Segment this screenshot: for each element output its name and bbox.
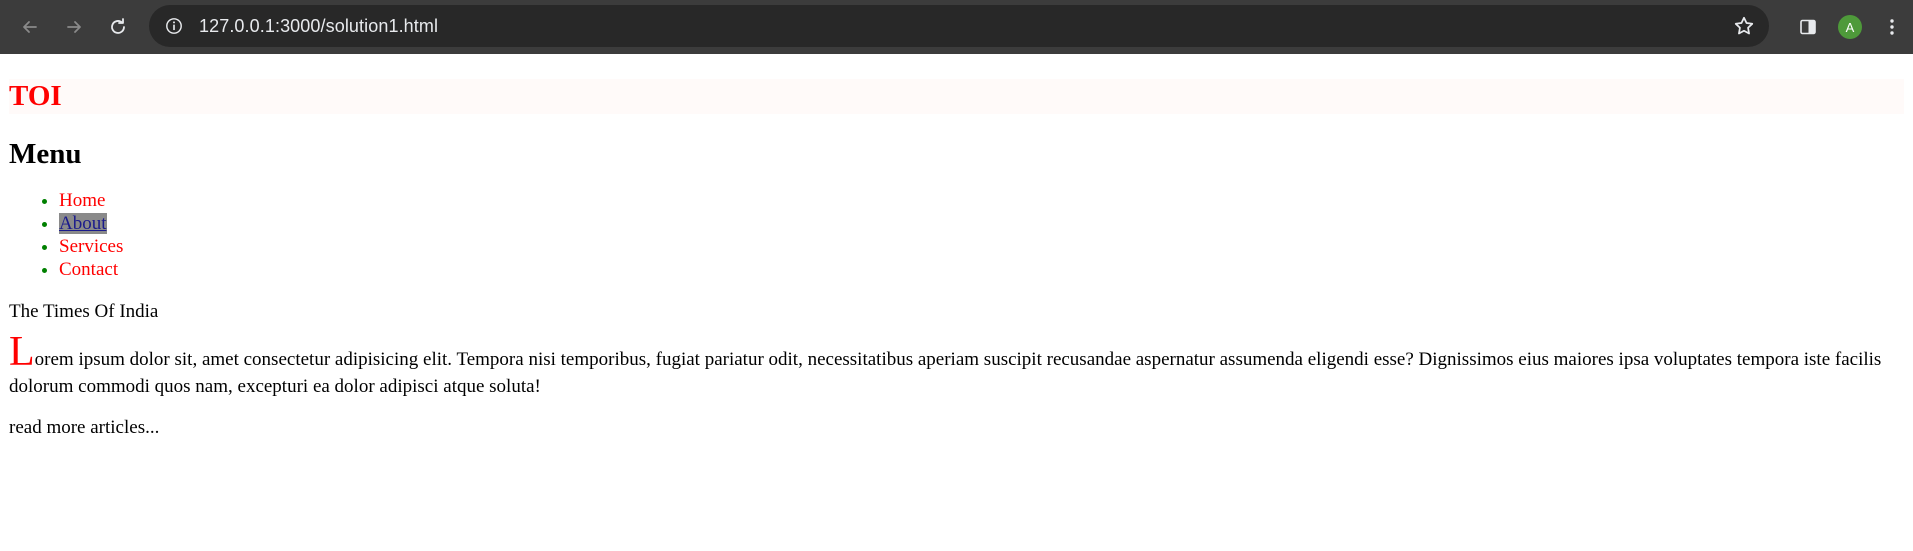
menu-item-contact: Contact [59, 258, 1904, 281]
url-text[interactable]: 127.0.0.1:3000/solution1.html [199, 16, 438, 37]
browser-toolbar: 127.0.0.1:3000/solution1.html A [0, 0, 1913, 54]
nav-menu: Home About Services Contact [9, 189, 1904, 281]
menu-link-about[interactable]: About [59, 213, 107, 234]
menu-heading: Menu [9, 138, 82, 170]
menu-item-home: Home [59, 189, 1904, 212]
avatar[interactable]: A [1838, 15, 1862, 39]
side-panel-icon[interactable] [1787, 0, 1829, 54]
brand-logo-text: TOI [9, 80, 62, 112]
drop-cap: L [9, 329, 35, 375]
back-arrow-icon[interactable] [14, 11, 46, 43]
kebab-menu-icon[interactable] [1871, 0, 1913, 54]
paragraph-text: orem ipsum dolor sit, amet consectetur a… [9, 349, 1882, 397]
address-bar[interactable]: 127.0.0.1:3000/solution1.html [149, 5, 1769, 47]
menu-link-services[interactable]: Services [59, 236, 123, 257]
menu-item-about: About [59, 212, 1904, 235]
header-bar: TOI [9, 79, 1904, 114]
reload-icon[interactable] [102, 11, 134, 43]
profile-avatar[interactable]: A [1829, 0, 1871, 54]
star-icon[interactable] [1733, 15, 1755, 42]
site-subtitle: The Times Of India [9, 301, 159, 322]
menu-link-home[interactable]: Home [59, 190, 105, 211]
info-icon[interactable] [163, 15, 185, 37]
page-content: TOI Menu Home About Services Contact The… [0, 79, 1913, 437]
menu-item-services: Services [59, 235, 1904, 258]
article-paragraph: Lorem ipsum dolor sit, amet consectetur … [9, 331, 1904, 400]
read-more-text: read more articles... [9, 417, 160, 438]
forward-arrow-icon[interactable] [58, 11, 90, 43]
menu-link-contact[interactable]: Contact [59, 259, 118, 280]
